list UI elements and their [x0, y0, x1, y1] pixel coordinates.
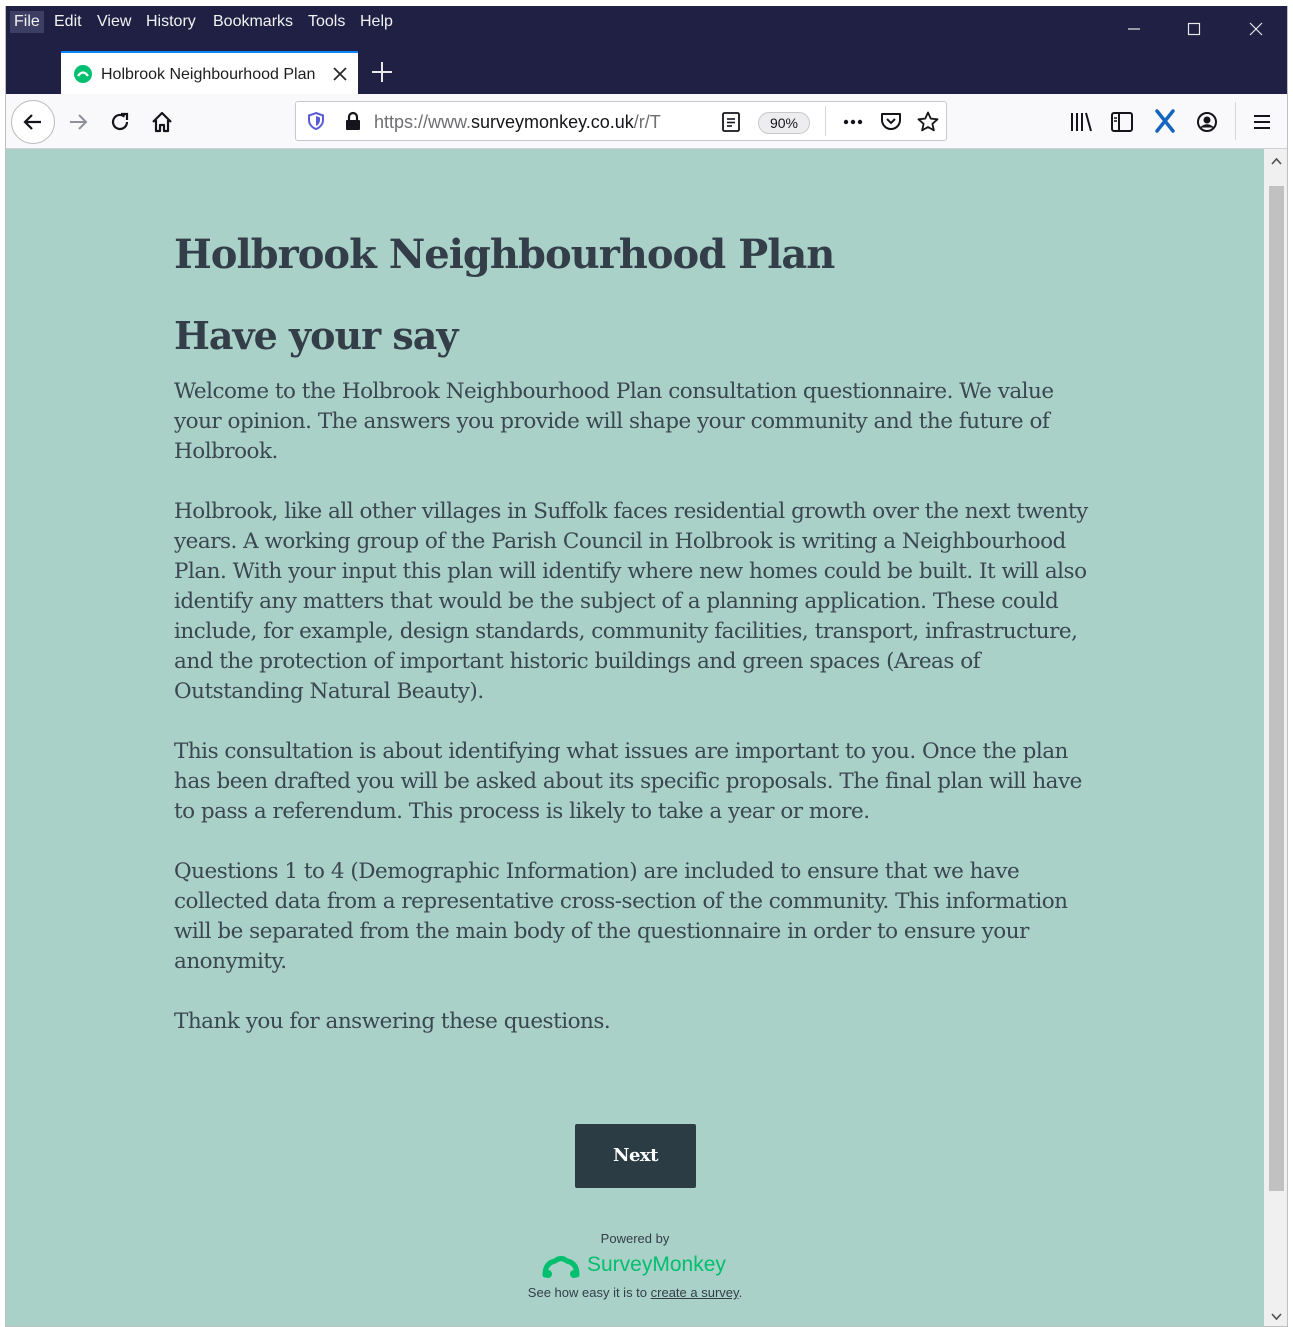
tab-holbrook[interactable]: Holbrook Neighbourhood Plan: [61, 51, 358, 94]
toolbar-divider: [1235, 102, 1236, 140]
powered-by-text: Powered by: [600, 1231, 670, 1246]
minimize-icon: [1128, 28, 1140, 30]
surveymonkey-logo-icon: [542, 1256, 580, 1278]
next-button[interactable]: Next: [575, 1124, 696, 1188]
arrow-left-icon: [23, 114, 41, 130]
tagline-suffix: .: [738, 1285, 743, 1300]
minimize-button[interactable]: [1104, 6, 1164, 52]
page-title: Have your say: [174, 313, 458, 358]
survey-title: Holbrook Neighbourhood Plan: [174, 231, 835, 278]
vertical-scrollbar[interactable]: [1264, 149, 1287, 1326]
menu-view[interactable]: View: [93, 11, 135, 33]
tab-title: Holbrook Neighbourhood Plan: [101, 66, 316, 83]
intro-text: Welcome to the Holbrook Neighbourhood Pl…: [174, 377, 1106, 1067]
reader-view-icon[interactable]: [721, 111, 741, 133]
menu-history[interactable]: History: [142, 11, 200, 33]
browser-window: File Edit View History Bookmarks Tools H…: [5, 6, 1288, 1327]
reload-icon: [111, 112, 129, 131]
back-button[interactable]: [11, 100, 55, 144]
lock-icon[interactable]: [344, 111, 362, 131]
maximize-icon: [1187, 22, 1201, 36]
intro-paragraph: This consultation is about identifying w…: [174, 739, 1082, 824]
intro-paragraph: Holbrook, like all other villages in Suf…: [174, 499, 1088, 704]
intro-paragraph: Thank you for answering these questions.: [174, 1009, 611, 1034]
scroll-up-arrow-icon[interactable]: [1270, 156, 1283, 166]
url-bar[interactable]: https://www.surveymonkey.co.uk/r/T 90%: [295, 101, 947, 141]
menu-edit[interactable]: Edit: [50, 11, 86, 33]
arrow-right-icon: [70, 114, 88, 130]
create-survey-tagline: See how easy it is to create a survey.: [435, 1285, 835, 1300]
surveymonkey-brand-name: SurveyMonkey: [587, 1253, 726, 1276]
tab-close-icon[interactable]: [329, 63, 351, 85]
surveymonkey-logo[interactable]: SurveyMonkey: [541, 1251, 741, 1281]
urlbar-divider: [825, 106, 826, 136]
tagline-prefix: See how easy it is to: [527, 1285, 651, 1300]
reload-button[interactable]: [104, 106, 136, 138]
intro-paragraph: Welcome to the Holbrook Neighbourhood Pl…: [174, 379, 1054, 464]
account-icon[interactable]: [1195, 110, 1219, 134]
scroll-down-arrow-icon[interactable]: [1270, 1312, 1283, 1322]
home-button[interactable]: [146, 106, 178, 138]
library-icon[interactable]: [1068, 110, 1094, 134]
new-tab-icon[interactable]: [368, 58, 396, 86]
menu-bookmarks[interactable]: Bookmarks: [209, 11, 297, 33]
hamburger-menu-icon[interactable]: [1251, 110, 1273, 134]
page-actions-icon[interactable]: [841, 111, 865, 133]
extension-x-icon[interactable]: [1153, 108, 1177, 134]
zoom-level-badge[interactable]: 90%: [758, 112, 810, 134]
pocket-icon[interactable]: [879, 111, 903, 133]
create-survey-link[interactable]: create a survey: [651, 1285, 739, 1300]
surveymonkey-favicon-icon: [74, 65, 92, 83]
home-icon: [152, 111, 172, 133]
forward-button[interactable]: [62, 106, 94, 138]
intro-paragraph: Questions 1 to 4 (Demographic Informatio…: [174, 859, 1068, 974]
maximize-button[interactable]: [1164, 6, 1224, 52]
close-window-button[interactable]: [1226, 6, 1286, 52]
tracking-protection-shield-icon[interactable]: [306, 111, 326, 131]
page-content: Holbrook Neighbourhood Plan Have your sa…: [6, 149, 1264, 1326]
url-text[interactable]: https://www.surveymonkey.co.uk/r/T: [374, 112, 674, 132]
url-prefix: https://www.: [374, 112, 472, 132]
url-path: /r/T: [633, 112, 661, 132]
menu-bar: File Edit View History Bookmarks Tools H…: [6, 6, 1287, 38]
menu-file[interactable]: File: [10, 11, 44, 33]
close-icon: [1249, 22, 1263, 36]
sidebar-toggle-icon[interactable]: [1110, 110, 1134, 134]
navigation-toolbar: https://www.surveymonkey.co.uk/r/T 90%: [6, 94, 1287, 149]
scrollbar-thumb[interactable]: [1269, 186, 1284, 1191]
url-domain: surveymonkey.co.uk: [471, 112, 634, 132]
menu-tools[interactable]: Tools: [304, 11, 349, 33]
menu-help[interactable]: Help: [356, 11, 397, 33]
star-bookmark-icon[interactable]: [916, 110, 940, 134]
